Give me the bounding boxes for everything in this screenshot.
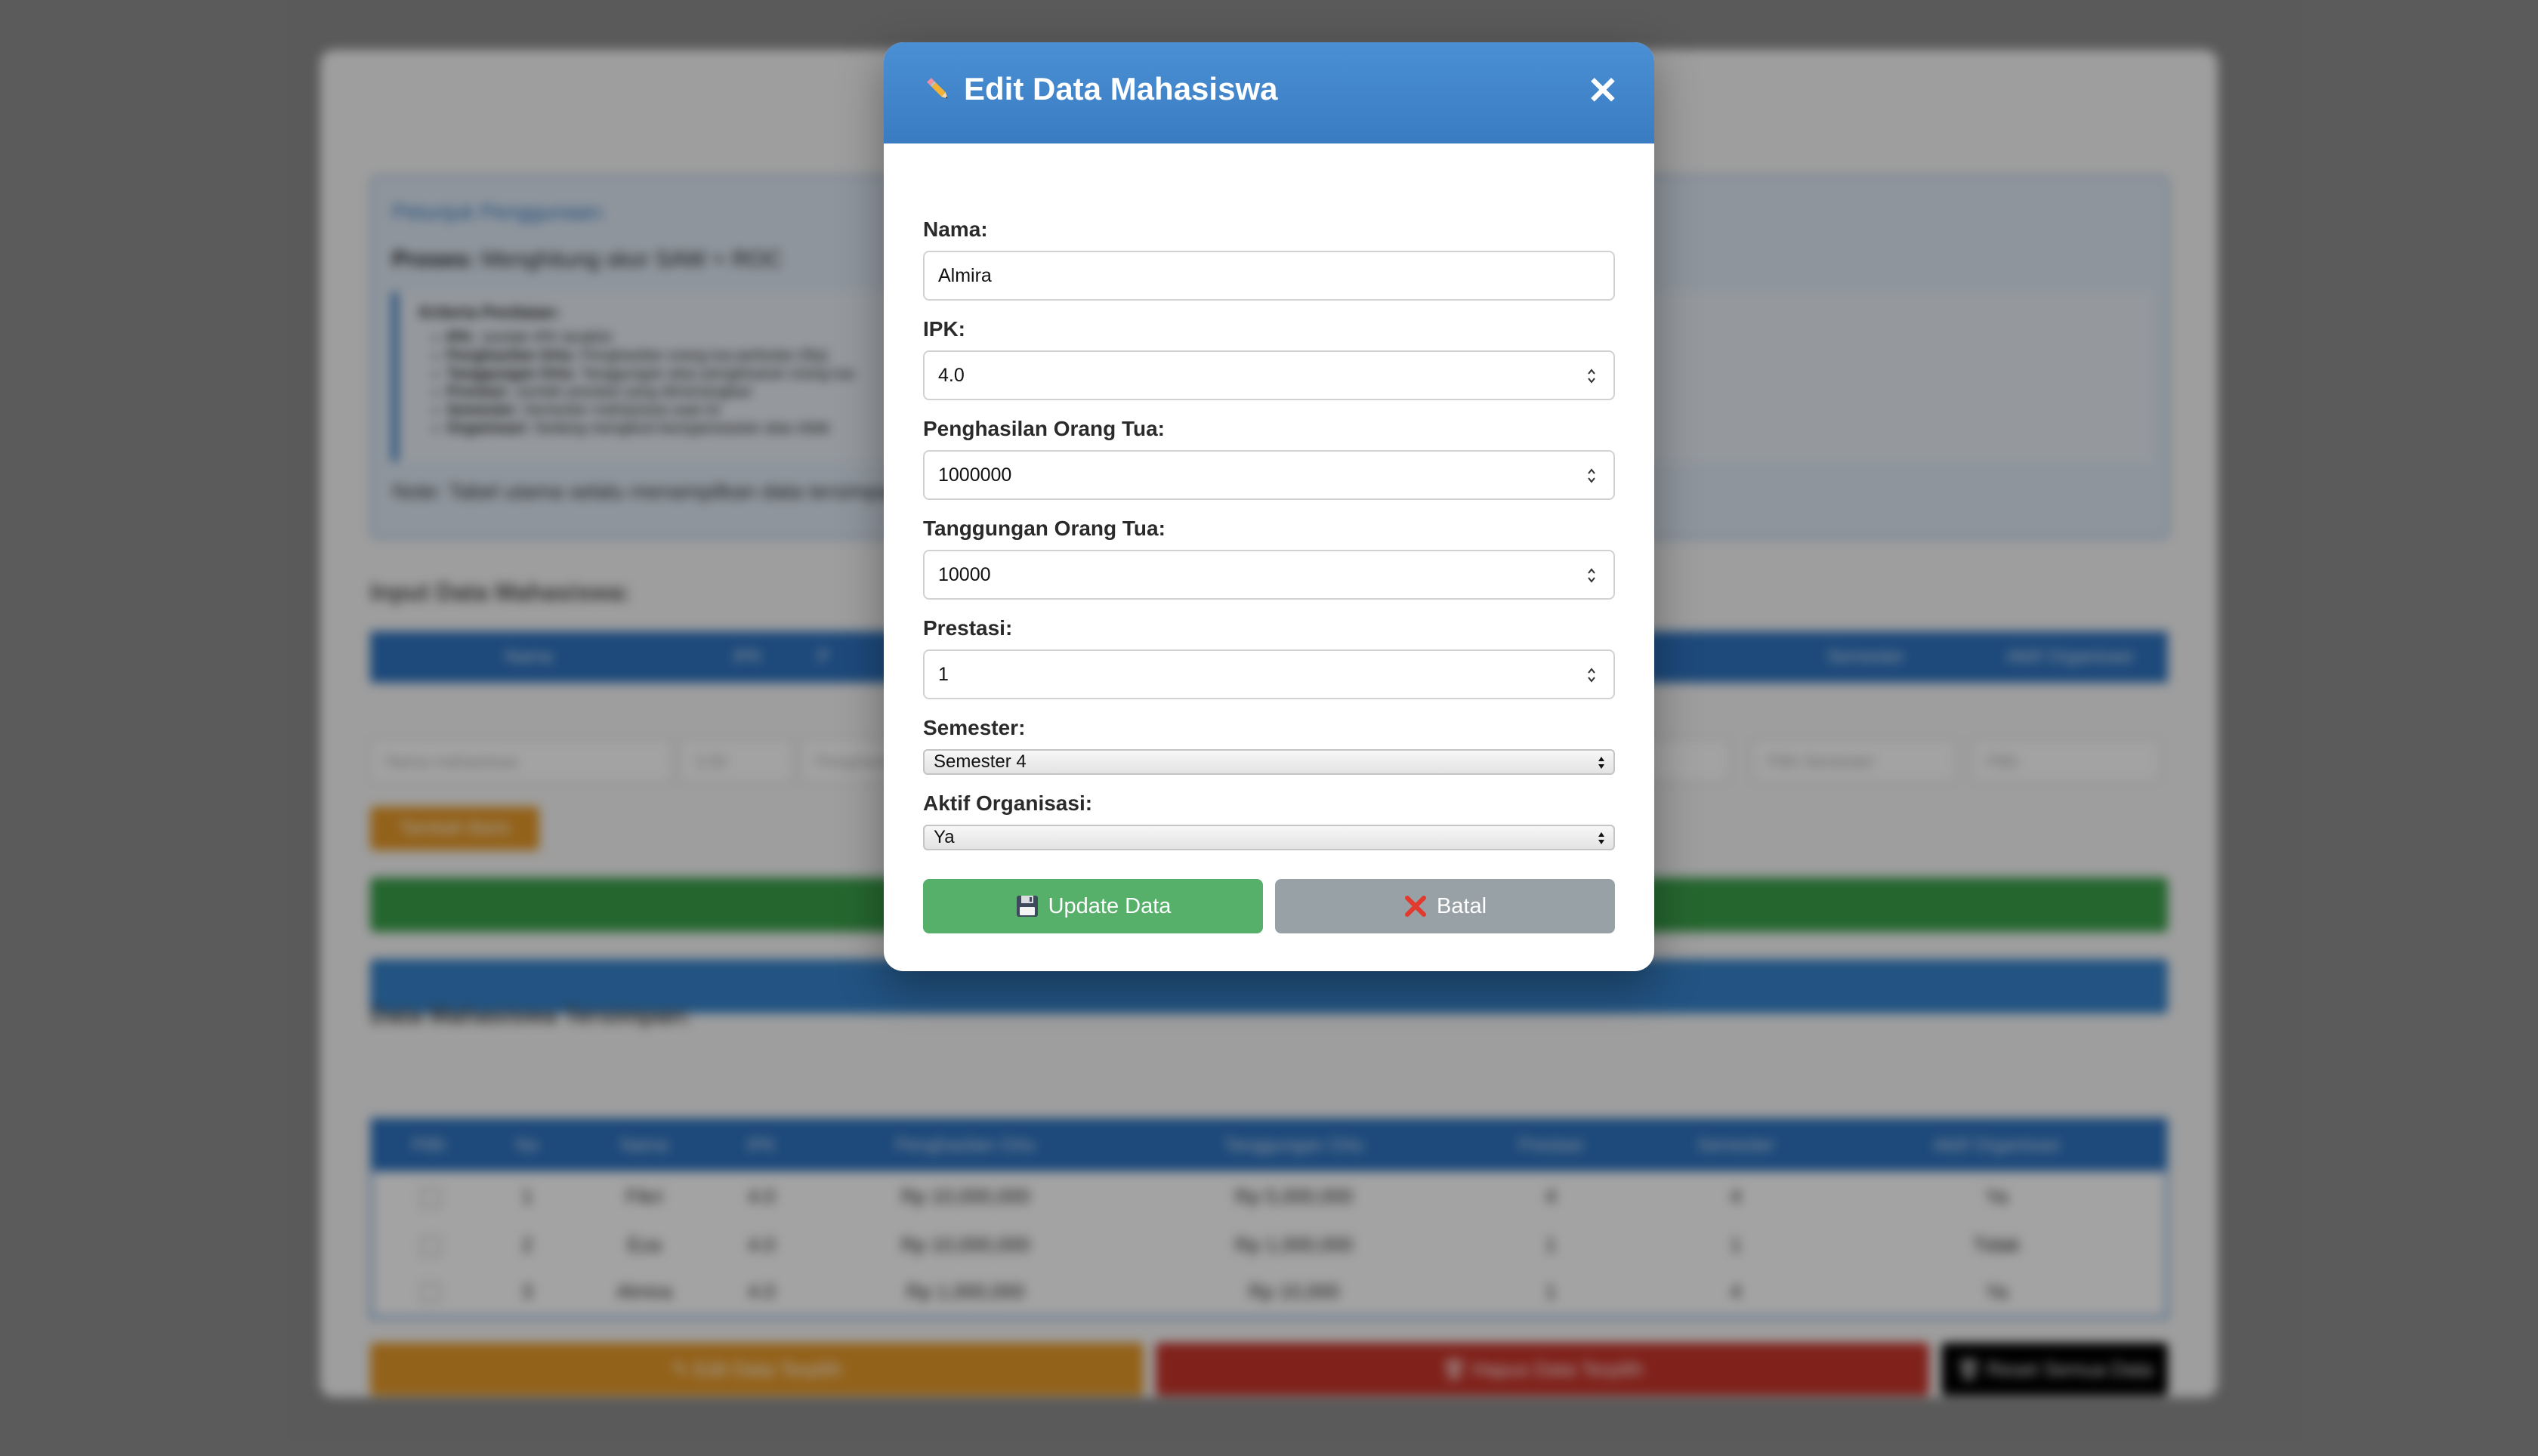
organisasi-select[interactable]: Ya [923,825,1615,850]
select-arrows-icon [1598,757,1604,769]
penghasilan-label: Penghasilan Orang Tua: [923,417,1165,440]
update-data-button[interactable]: Update Data [923,879,1263,933]
ipk-label: IPK: [923,317,965,341]
organisasi-value: Ya [934,827,955,847]
penghasilan-value: 1000000 [938,464,1012,486]
floppy-disk-icon [1016,896,1038,917]
red-x-icon [1404,896,1426,917]
modal-title-text: Edit Data Mahasiswa [964,71,1278,106]
spinner-arrows-icon[interactable] [1586,366,1597,387]
organisasi-label: Aktif Organisasi: [923,791,1093,815]
prestasi-label: Prestasi: [923,616,1013,640]
update-data-label: Update Data [1048,893,1172,918]
ipk-value: 4.0 [938,365,965,386]
cancel-label: Batal [1436,893,1487,918]
tanggungan-field[interactable]: 10000 [923,550,1615,600]
semester-value: Semester 4 [934,751,1027,772]
prestasi-value: 1 [938,664,949,685]
nama-field[interactable]: Almira [923,251,1615,301]
pencil-icon [927,78,948,99]
prestasi-field[interactable]: 1 [923,649,1615,699]
cancel-button[interactable]: Batal [1275,879,1615,933]
semester-select[interactable]: Semester 4 [923,749,1615,775]
spinner-arrows-icon[interactable] [1586,565,1597,586]
nama-label: Nama: [923,217,988,241]
spinner-arrows-icon[interactable] [1586,465,1597,486]
modal-title: Edit Data Mahasiswa [923,71,1277,107]
semester-label: Semester: [923,716,1026,739]
tanggungan-value: 10000 [938,564,991,585]
close-button[interactable]: ✕ [1586,72,1619,110]
spinner-arrows-icon[interactable] [1586,665,1597,686]
modal-header: Edit Data Mahasiswa ✕ [884,42,1654,143]
select-arrows-icon [1598,832,1604,844]
edit-modal: Edit Data Mahasiswa ✕ Nama: Almira IPK: … [884,42,1654,971]
tanggungan-label: Tanggungan Orang Tua: [923,517,1166,540]
nama-value: Almira [938,265,992,286]
penghasilan-field[interactable]: 1000000 [923,450,1615,500]
ipk-field[interactable]: 4.0 [923,350,1615,400]
